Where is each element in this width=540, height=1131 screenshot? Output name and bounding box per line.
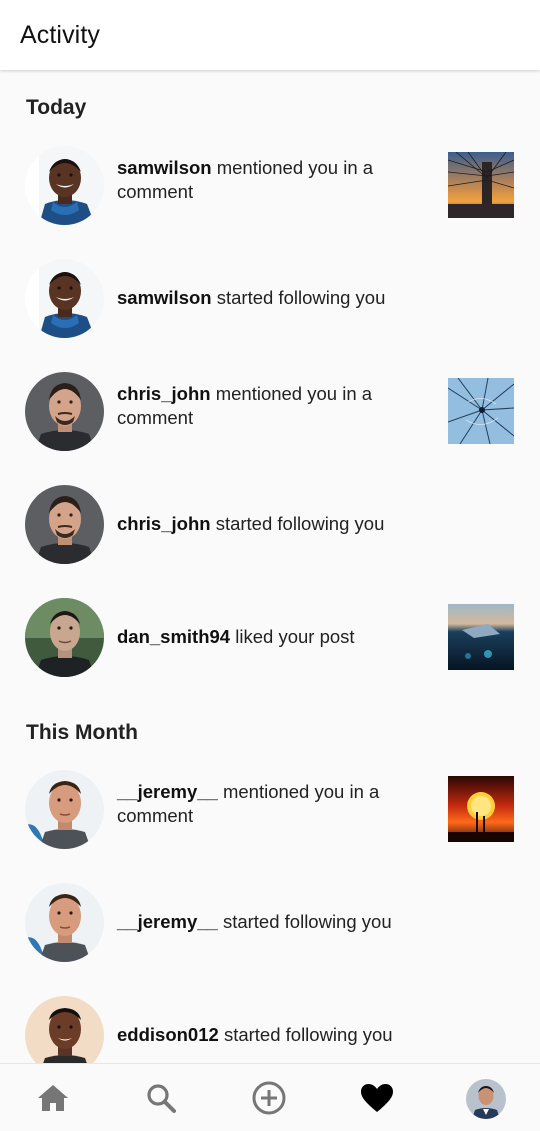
- activity-feed[interactable]: Today samwilson mentioned you in a comme…: [0, 70, 540, 1063]
- nav-activity-button[interactable]: [359, 1082, 395, 1118]
- activity-item[interactable]: eddison012 started following you: [0, 996, 540, 1063]
- post-thumbnail[interactable]: [448, 378, 514, 444]
- activity-item[interactable]: chris_john mentioned you in a comment: [0, 372, 540, 472]
- post-thumbnail[interactable]: [448, 776, 514, 842]
- activity-username[interactable]: eddison012: [117, 1024, 219, 1045]
- activity-item[interactable]: __jeremy__ started following you: [0, 883, 540, 983]
- user-avatar[interactable]: [25, 372, 104, 451]
- section-title-today: Today: [26, 96, 87, 119]
- activity-username[interactable]: __jeremy__: [117, 781, 218, 802]
- user-avatar[interactable]: [25, 598, 104, 677]
- activity-text: eddison012 started following you: [117, 1023, 417, 1047]
- activity-username[interactable]: chris_john: [117, 513, 211, 534]
- home-icon: [36, 1082, 70, 1119]
- post-thumbnail[interactable]: [448, 152, 514, 218]
- user-avatar[interactable]: [25, 770, 104, 849]
- user-avatar[interactable]: [25, 485, 104, 564]
- activity-text: __jeremy__ mentioned you in a comment: [117, 780, 417, 828]
- activity-item[interactable]: samwilson started following you: [0, 259, 540, 359]
- activity-text: chris_john mentioned you in a comment: [117, 382, 417, 430]
- activity-item[interactable]: samwilson mentioned you in a comment: [0, 146, 540, 246]
- post-thumbnail[interactable]: [448, 604, 514, 670]
- add-circle-icon: [251, 1080, 287, 1121]
- nav-search-button[interactable]: [143, 1082, 179, 1118]
- activity-username[interactable]: dan_smith94: [117, 626, 230, 647]
- user-avatar[interactable]: [25, 996, 104, 1063]
- activity-action: started following you: [215, 513, 385, 534]
- activity-text: __jeremy__ started following you: [117, 910, 417, 934]
- activity-item[interactable]: dan_smith94 liked your post: [0, 598, 540, 698]
- activity-username[interactable]: __jeremy__: [117, 911, 218, 932]
- page-title: Activity: [20, 20, 100, 49]
- bottom-navigation: [0, 1063, 540, 1131]
- activity-item[interactable]: __jeremy__ mentioned you in a comment: [0, 770, 540, 870]
- activity-text: dan_smith94 liked your post: [117, 625, 417, 649]
- activity-item[interactable]: chris_john started following you: [0, 485, 540, 585]
- activity-action: started following you: [216, 287, 386, 308]
- activity-text: samwilson mentioned you in a comment: [117, 156, 417, 204]
- nav-create-button[interactable]: [251, 1080, 287, 1121]
- user-avatar[interactable]: [25, 146, 104, 225]
- activity-username[interactable]: samwilson: [117, 157, 212, 178]
- user-avatar[interactable]: [25, 883, 104, 962]
- activity-text: chris_john started following you: [117, 512, 417, 536]
- nav-home-button[interactable]: [35, 1082, 71, 1118]
- user-avatar[interactable]: [25, 259, 104, 338]
- section-title-this-month: This Month: [26, 721, 138, 744]
- activity-text: samwilson started following you: [117, 286, 417, 310]
- app-bar: Activity: [0, 0, 540, 70]
- activity-username[interactable]: samwilson: [117, 287, 212, 308]
- search-icon: [145, 1082, 177, 1119]
- activity-action: started following you: [223, 1024, 393, 1045]
- activity-action: liked your post: [235, 626, 355, 647]
- heart-icon: [359, 1082, 395, 1119]
- nav-profile-button[interactable]: [466, 1079, 506, 1119]
- activity-username[interactable]: chris_john: [117, 383, 211, 404]
- activity-action: started following you: [222, 911, 392, 932]
